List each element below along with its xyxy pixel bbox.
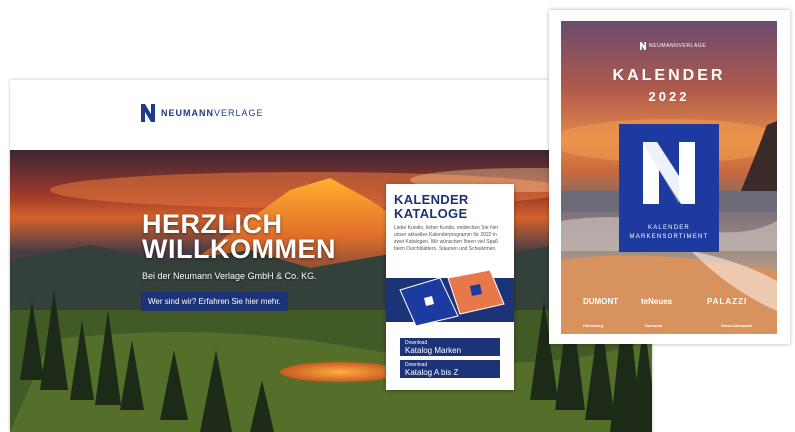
hero-title: HERZLICH WILLKOMMEN: [142, 209, 336, 264]
neumann-logo-icon: [141, 104, 155, 122]
catalog-cover-frame: NEUMANNVERLAGE KALENDER 2022 KALENDER MA…: [549, 10, 790, 344]
neumann-logo-icon: [640, 42, 646, 50]
catalog-card-title: KALENDER KATALOGE: [394, 192, 469, 221]
publisher-dumonts: Dumonts: [645, 323, 663, 328]
about-us-button[interactable]: Wer sind wir? Erfahren Sie hier mehr.: [141, 292, 288, 311]
publisher-teneues: teNeues: [641, 297, 673, 306]
publisher-reise-almanach: Reise-Almanach: [721, 323, 753, 328]
publisher-dumont: DUMONT: [583, 297, 619, 306]
cover-logo-box: KALENDER MARKENSORTIMENT: [619, 124, 719, 252]
publisher-palazzi: PALAZZI: [707, 297, 748, 306]
publisher-harenberg: Harenberg: [583, 323, 604, 328]
catalog-books-image: [399, 269, 505, 327]
cover-brand: NEUMANNVERLAGE: [640, 42, 706, 50]
hero-subtitle: Bei der Neumann Verlage GmbH & Co. KG.: [142, 271, 317, 281]
calendar-catalog-card: KALENDER KATALOGE Liebe Kundin, lieber K…: [386, 184, 514, 390]
publisher-logos: DUMONT teNeues PALAZZI: [561, 297, 777, 311]
download-catalog-marken-button[interactable]: Download Katalog Marken: [400, 338, 500, 356]
cover-year: 2022: [648, 89, 690, 104]
download-catalog-a-z-button[interactable]: Download Katalog A bis Z: [400, 360, 500, 378]
catalog-card-text: Liebe Kundin, lieber Kunde, entdecken Si…: [394, 225, 499, 252]
neumann-n-logo-icon: [643, 142, 695, 204]
logo-text: NEUMANNVERLAGE: [161, 108, 264, 118]
catalog-cover: NEUMANNVERLAGE KALENDER 2022 KALENDER MA…: [561, 21, 777, 334]
cover-title: KALENDER: [612, 67, 726, 84]
site-logo[interactable]: NEUMANNVERLAGE: [141, 104, 264, 122]
